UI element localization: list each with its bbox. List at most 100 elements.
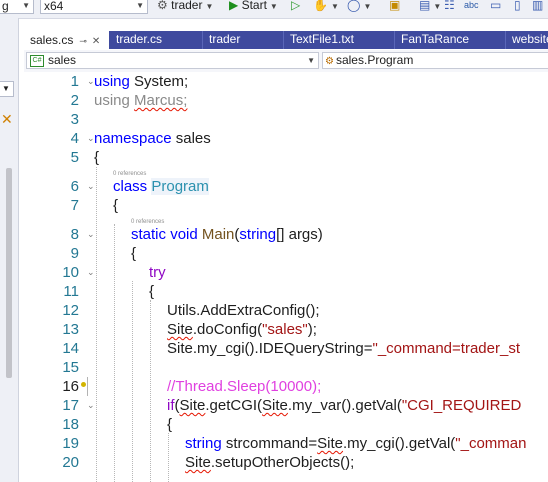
line-number: 1 — [70, 73, 79, 90]
code-editor[interactable]: 1 ⌄ using System; 2 using Marcus; 3 4 ⌄ … — [24, 72, 548, 482]
keyword-token: if — [167, 397, 175, 414]
method-name-token: Main — [201, 226, 235, 243]
line-number: 5 — [70, 149, 79, 166]
method-call-token: .my_cgi().IDEQueryString= — [192, 340, 373, 357]
code-line[interactable]: 10 ⌄ try — [24, 263, 548, 282]
code-line[interactable]: 8 ⌄ static void Main(string[] args) — [24, 225, 548, 244]
navigation-bar: C# sales ▼ ⚙ sales.Program — [24, 50, 548, 73]
line-number: 7 — [70, 197, 79, 214]
method-call-token: .my_cgi().getVal( — [343, 435, 456, 452]
identifier-token: Utils — [167, 302, 197, 319]
line-number: 18 — [62, 416, 79, 433]
chevron-down-icon: ▼ — [205, 2, 214, 11]
code-line[interactable]: 6 ⌄ class Program — [24, 177, 548, 196]
comment-token: //Thread.Sleep(10000); — [167, 378, 322, 395]
class-icon: ⚙ — [325, 56, 334, 67]
tab-fantarance[interactable]: FanTaRance — [395, 31, 505, 49]
window-layout-icon[interactable]: ▤ ▼ — [419, 0, 441, 14]
code-line[interactable]: 19 string strcommand=Site.my_cgi().getVa… — [24, 434, 548, 453]
code-line[interactable]: 12 Utils.AddExtraConfig(); — [24, 301, 548, 320]
type-dropdown[interactable]: ⚙ sales.Program — [322, 52, 548, 69]
collapse-icon[interactable]: ⌄ — [87, 225, 95, 244]
string-token: "sales" — [262, 321, 308, 338]
keyword-token: static — [131, 226, 167, 243]
solution-explorer-icon[interactable]: ▣ — [389, 0, 400, 14]
code-line[interactable]: 20 Site.setupOtherObjects(); — [24, 453, 548, 472]
margin-marker — [87, 377, 88, 396]
csharp-project-icon: C# — [30, 55, 44, 67]
identifier-token: Site — [262, 397, 288, 414]
collapse-icon[interactable]: ⌄ — [87, 177, 95, 196]
keyword-token: using — [94, 73, 130, 90]
tab-website[interactable]: website — [506, 31, 548, 49]
code-line[interactable]: 11 { — [24, 282, 548, 301]
code-line[interactable]: 15 — [24, 358, 548, 377]
brace-token: { — [94, 149, 100, 166]
tab-sales-cs[interactable]: sales.cs ⊸ ✕ — [24, 31, 109, 49]
left-dock-panel: ▼ ✕ — [0, 18, 19, 482]
code-line[interactable]: 2 using Marcus; — [24, 91, 548, 110]
overflow-icon[interactable]: ▥ — [532, 0, 543, 14]
code-line[interactable]: 1 ⌄ using System; — [24, 72, 548, 91]
start-debugging-button[interactable]: ▶ Start ▼ — [229, 0, 278, 14]
close-icon[interactable]: ✕ — [92, 36, 100, 47]
identifier-token: Site — [179, 397, 206, 414]
line-number: 8 — [70, 226, 79, 243]
line-number: 11 — [63, 283, 79, 300]
code-line[interactable]: 9 { — [24, 244, 548, 263]
keyword-token: string — [185, 435, 222, 452]
code-line[interactable]: 17 ⌄ if(Site.getCGI(Site.my_var().getVal… — [24, 396, 548, 415]
namespace-token: System; — [129, 73, 189, 90]
punct-token: = — [308, 435, 318, 452]
spell-check-icon[interactable]: abc — [464, 0, 479, 14]
code-line[interactable]: 18 { — [24, 415, 548, 434]
refresh-icon[interactable]: ◯ ▼ — [347, 0, 371, 14]
chevron-down-icon: ▼ — [307, 56, 315, 65]
align-icon[interactable]: ☷ — [444, 0, 455, 14]
method-call-token: .AddExtraConfig(); — [196, 302, 320, 319]
string-token: "_comman — [455, 435, 527, 452]
identifier-token: Site — [167, 340, 193, 357]
keyword-token: string — [239, 226, 277, 243]
string-token: "CGI_REQUIRED — [401, 397, 522, 414]
tab-textfile1[interactable]: TextFile1.txt — [284, 31, 394, 49]
project-dropdown[interactable]: C# sales ▼ — [26, 52, 319, 69]
start-without-debugging-button[interactable]: ▷ — [291, 0, 300, 14]
code-line-current[interactable]: 16 //Thread.Sleep(10000); — [24, 377, 548, 396]
line-number: 2 — [70, 92, 79, 109]
line-number: 20 — [62, 454, 79, 471]
collapse-icon[interactable]: ⌄ — [87, 396, 95, 415]
comment-icon[interactable]: ▭ — [490, 0, 501, 14]
pin-icon[interactable]: ⊸ — [79, 36, 87, 46]
dock-scrollbar[interactable] — [6, 168, 12, 378]
lightbulb-icon[interactable] — [81, 382, 86, 387]
keyword-token: class — [113, 178, 148, 195]
code-line[interactable]: 4 ⌄ namespace sales — [24, 129, 548, 148]
line-number: 14 — [62, 340, 79, 357]
code-line[interactable]: 14 Site.my_cgi().IDEQueryString="_comman… — [24, 339, 548, 358]
collapse-icon[interactable]: ⌄ — [87, 263, 95, 282]
attach-icon[interactable]: ✋ ▼ — [313, 0, 339, 14]
code-line[interactable]: 7 { — [24, 196, 548, 215]
startup-project-selector[interactable]: ⚙ trader ▼ — [157, 0, 213, 14]
variable-token: strcommand — [221, 435, 309, 452]
platform-combo[interactable]: x64 ▼ — [40, 0, 148, 14]
code-line[interactable]: 3 — [24, 110, 548, 129]
configuration-combo[interactable]: g ▼ — [0, 0, 34, 14]
dock-dropdown[interactable]: ▼ — [0, 81, 14, 97]
close-icon[interactable]: ✕ — [1, 111, 13, 128]
identifier-token: Site — [317, 435, 344, 452]
code-line[interactable]: 5 { — [24, 148, 548, 167]
line-number: 17 — [62, 397, 79, 414]
tab-trader-cs[interactable]: trader.cs — [110, 31, 202, 49]
layout-icon[interactable]: ▯ — [514, 0, 521, 14]
identifier-token: Site — [185, 454, 211, 471]
method-call-token: .my_var().getVal( — [287, 397, 402, 414]
line-number: 16 — [62, 378, 79, 395]
tab-trader[interactable]: trader — [203, 31, 283, 49]
brace-token: { — [113, 197, 119, 214]
gear-icon: ⚙ — [157, 0, 168, 12]
line-number: 13 — [62, 321, 79, 338]
chevron-down-icon: ▼ — [269, 2, 278, 11]
code-line[interactable]: 13 Site.doConfig("sales"); — [24, 320, 548, 339]
